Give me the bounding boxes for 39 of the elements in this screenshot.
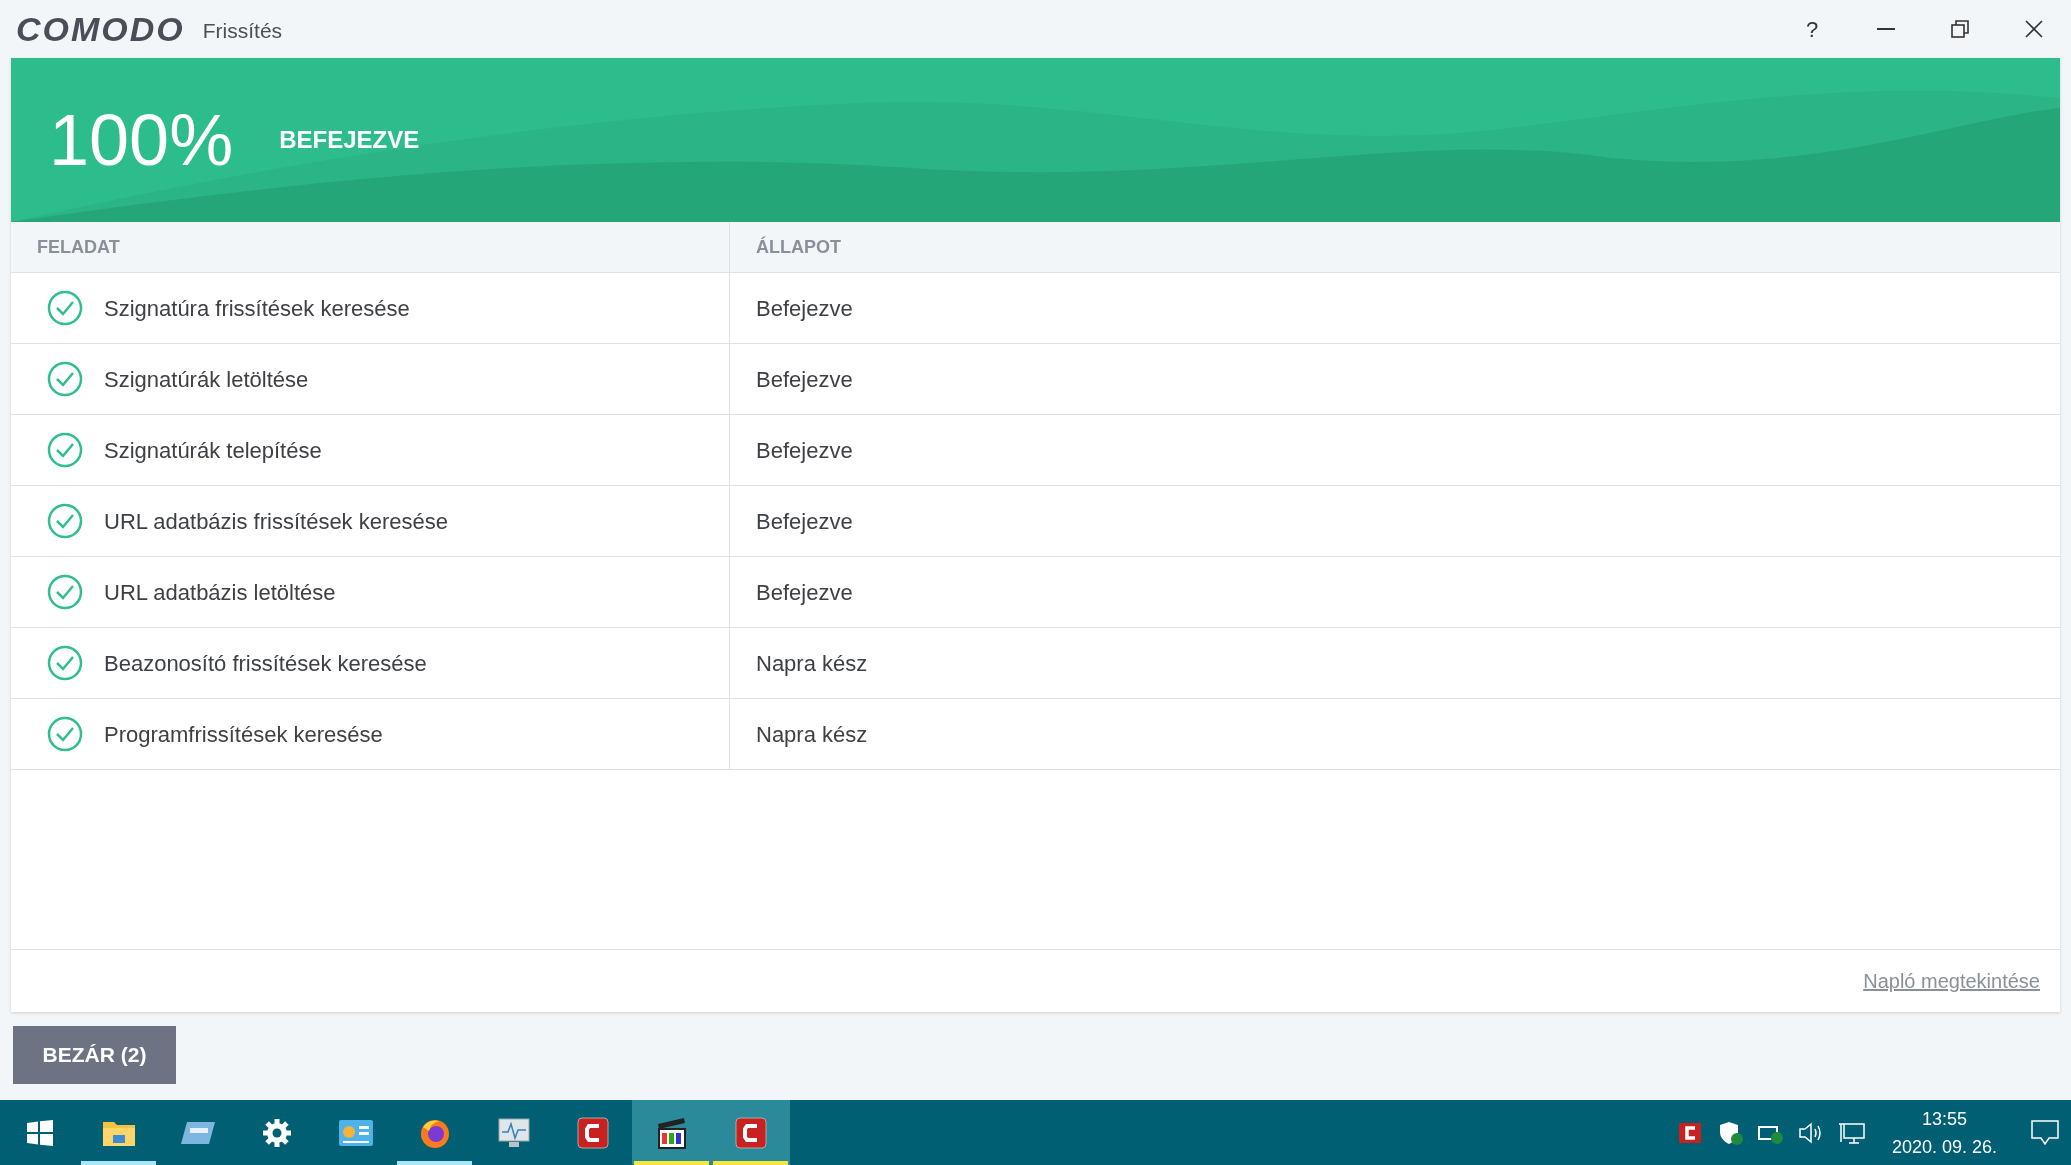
task-name: URL adatbázis letöltése bbox=[104, 578, 336, 607]
progress-status: BEFEJEZVE bbox=[279, 125, 420, 155]
progress-percent: 100% bbox=[49, 99, 234, 182]
task-status: Befejezve bbox=[756, 436, 853, 465]
task-name: Szignatúrák letöltése bbox=[104, 365, 309, 394]
column-header: ÁLLAPOT bbox=[756, 235, 841, 259]
monitor-icon bbox=[496, 1116, 531, 1149]
shield-icon[interactable] bbox=[1717, 1119, 1744, 1146]
card-icon bbox=[179, 1119, 216, 1146]
help-button[interactable]: ? bbox=[1775, 0, 1849, 58]
taskbar-app[interactable] bbox=[632, 1100, 711, 1165]
window-title: Frissítés bbox=[202, 18, 283, 45]
gear-icon bbox=[261, 1117, 292, 1148]
close-icon bbox=[2025, 20, 2043, 38]
task-status: Befejezve bbox=[756, 578, 853, 607]
close-dialog-button[interactable]: BEZÁR (2) bbox=[13, 1026, 176, 1084]
task-status: Befejezve bbox=[756, 365, 853, 394]
chart-window-icon bbox=[338, 1119, 373, 1146]
task-status: Napra kész bbox=[756, 649, 868, 678]
task-name: Programfrissítések keresése bbox=[104, 720, 383, 749]
task-name: Szignatúrák telepítése bbox=[104, 436, 322, 465]
c-logo-icon bbox=[734, 1116, 767, 1149]
restore-icon bbox=[1951, 20, 1969, 38]
clock[interactable]: 13:55 2020. 09. 26. bbox=[1891, 1104, 1997, 1161]
windows-icon bbox=[26, 1119, 53, 1146]
c-logo-icon bbox=[576, 1116, 609, 1149]
clock-time: 13:55 bbox=[1921, 1107, 1967, 1131]
minimize-icon bbox=[1877, 28, 1895, 30]
task-name: Beazonosító frissítések keresése bbox=[104, 649, 427, 678]
clapperboard-icon bbox=[655, 1115, 688, 1150]
task-name: URL adatbázis frissítések keresése bbox=[104, 507, 448, 536]
notification-icon[interactable] bbox=[2031, 1119, 2059, 1146]
task-status: Befejezve bbox=[756, 294, 853, 323]
task-status: Napra kész bbox=[756, 720, 868, 749]
task-status: Befejezve bbox=[756, 507, 853, 536]
column-header: FELADAT bbox=[37, 235, 120, 259]
clock-date: 2020. 09. 26. bbox=[1891, 1135, 1997, 1159]
task-name: Szignatúra frissítések keresése bbox=[104, 294, 410, 323]
logo: COMODO bbox=[16, 8, 185, 50]
